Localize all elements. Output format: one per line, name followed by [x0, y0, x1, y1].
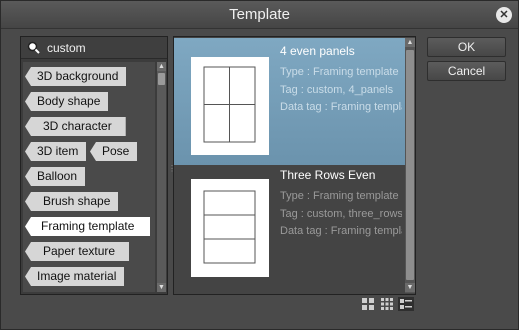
- scroll-thumb[interactable]: [158, 73, 165, 85]
- dialog-title: Template: [229, 6, 290, 23]
- ok-button[interactable]: OK: [427, 37, 506, 57]
- template-title: Three Rows Even: [280, 168, 376, 182]
- list-view-icon[interactable]: [398, 297, 414, 311]
- large-thumbnail-view-icon[interactable]: [361, 297, 375, 311]
- tag-balloon[interactable]: Balloon: [25, 167, 86, 186]
- tag-body-shape[interactable]: Body shape: [25, 92, 109, 111]
- template-dialog: Template ✕ custom 3D background Body sha…: [0, 0, 519, 330]
- splitter-grip[interactable]: ⋮: [168, 164, 176, 174]
- template-data-tag: Data tag : Framing template: [280, 101, 402, 113]
- tag-3d-character[interactable]: 3D character: [25, 117, 126, 136]
- search-bar[interactable]: custom: [21, 37, 167, 59]
- template-list: 4 even panels Type : Framing template Ta…: [173, 36, 416, 295]
- scroll-down-icon[interactable]: ▼: [157, 283, 166, 292]
- tag-3d-item[interactable]: 3D item: [25, 142, 87, 161]
- title-bar[interactable]: Template ✕: [1, 1, 518, 29]
- template-item[interactable]: 4 even panels Type : Framing template Ta…: [174, 38, 405, 165]
- template-thumbnail: [191, 57, 269, 155]
- tag-panel: custom 3D background Body shape 3D chara…: [20, 36, 168, 295]
- search-icon: [27, 41, 40, 54]
- tag-image-material[interactable]: Image material: [25, 267, 125, 286]
- tag-brush-shape[interactable]: Brush shape: [25, 192, 119, 211]
- template-data-tag: Data tag : Framing template: [280, 225, 402, 237]
- tag-list-scrollbar[interactable]: ▲ ▼: [157, 62, 166, 292]
- template-type: Type : Framing template: [280, 66, 399, 78]
- tag-paper-texture[interactable]: Paper texture: [25, 242, 130, 261]
- tag-3d-background[interactable]: 3D background: [25, 67, 127, 86]
- tag-framing-template[interactable]: Framing template: [25, 217, 151, 236]
- small-thumbnail-view-icon[interactable]: [380, 297, 394, 311]
- scroll-up-icon[interactable]: ▲: [157, 62, 166, 71]
- cancel-button[interactable]: Cancel: [427, 61, 506, 81]
- scroll-up-icon[interactable]: ▲: [405, 38, 415, 47]
- template-item[interactable]: Three Rows Even Type : Framing template …: [174, 165, 405, 292]
- template-tag: Tag : custom, 4_panels: [280, 84, 394, 96]
- scroll-thumb[interactable]: [406, 50, 414, 280]
- template-list-scrollbar[interactable]: ▲ ▼: [405, 38, 415, 293]
- template-title: 4 even panels: [280, 44, 355, 58]
- close-icon[interactable]: ✕: [496, 7, 512, 23]
- template-tag: Tag : custom, three_rows: [280, 208, 402, 220]
- four-panel-layout-icon: [203, 66, 256, 143]
- template-thumbnail: [191, 179, 269, 277]
- tag-pose[interactable]: Pose: [90, 142, 138, 161]
- tag-list: 3D background Body shape 3D character 3D…: [23, 62, 155, 292]
- scroll-down-icon[interactable]: ▼: [405, 283, 415, 292]
- template-type: Type : Framing template: [280, 190, 399, 202]
- three-row-layout-icon: [203, 190, 256, 264]
- search-input[interactable]: custom: [47, 41, 86, 55]
